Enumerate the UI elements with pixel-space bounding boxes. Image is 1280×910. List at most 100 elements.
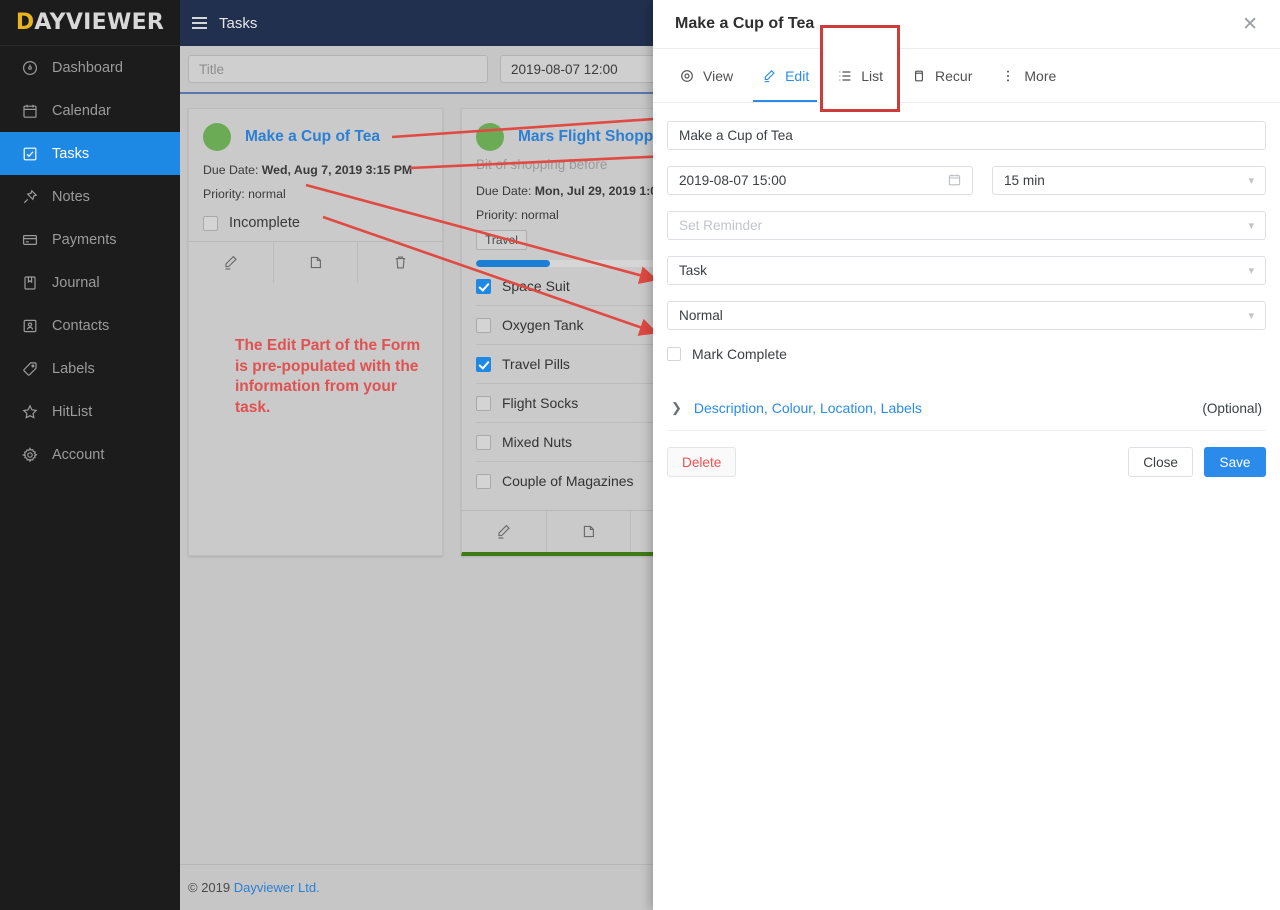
pin-icon bbox=[22, 189, 38, 205]
sidebar-item-calendar[interactable]: Calendar bbox=[0, 89, 180, 132]
task-date-value: 2019-08-07 15:00 bbox=[679, 173, 787, 188]
card-icon bbox=[22, 232, 38, 248]
tasks-icon bbox=[22, 146, 38, 162]
sidebar-item-label: Labels bbox=[52, 360, 95, 377]
sidebar-item-notes[interactable]: Notes bbox=[0, 175, 180, 218]
close-button[interactable]: Close bbox=[1128, 447, 1193, 477]
status-dot bbox=[203, 123, 231, 151]
type-value: Task bbox=[679, 263, 707, 278]
contacts-icon bbox=[22, 318, 38, 334]
edit-icon[interactable] bbox=[462, 511, 546, 552]
modal-header: Make a Cup of Tea ✕ bbox=[653, 0, 1280, 49]
checklist-checkbox[interactable] bbox=[476, 317, 491, 333]
checklist-label: Mixed Nuts bbox=[502, 434, 573, 450]
copy-icon[interactable] bbox=[545, 511, 631, 552]
task-date-input[interactable]: 2019-08-07 15:00 bbox=[667, 166, 973, 195]
app-logo: D AYVIEWER bbox=[0, 0, 180, 46]
sidebar-item-account[interactable]: Account bbox=[0, 433, 180, 476]
sidebar-item-payments[interactable]: Payments bbox=[0, 218, 180, 261]
duration-select[interactable]: 15 min ▾ bbox=[992, 166, 1266, 195]
more-dots-icon bbox=[1000, 68, 1015, 83]
sidebar-item-label: Contacts bbox=[52, 317, 110, 334]
checklist-checkbox[interactable] bbox=[476, 395, 491, 411]
type-select[interactable]: Task ▾ bbox=[667, 256, 1266, 285]
mark-complete-row[interactable]: Mark Complete bbox=[667, 346, 1266, 362]
footer-copyright: © 2019 bbox=[188, 880, 231, 895]
chevron-down-icon: ▾ bbox=[1248, 265, 1254, 277]
task-title-input[interactable]: Make a Cup of Tea bbox=[667, 121, 1266, 150]
eye-icon bbox=[679, 68, 694, 83]
calendar-icon bbox=[22, 103, 38, 119]
mark-complete-checkbox[interactable] bbox=[667, 347, 681, 361]
sidebar-item-dashboard[interactable]: Dashboard bbox=[0, 46, 180, 89]
sidebar-item-label: Payments bbox=[52, 231, 117, 248]
sidebar-item-journal[interactable]: Journal bbox=[0, 261, 180, 304]
logo-text: AYVIEWER bbox=[34, 10, 165, 35]
tab-label: Recur bbox=[935, 67, 973, 84]
checklist-checkbox[interactable] bbox=[476, 356, 491, 372]
edit-form: Make a Cup of Tea 2019-08-07 15:00 15 mi… bbox=[653, 103, 1280, 477]
modal-buttons: Delete Close Save bbox=[667, 431, 1266, 477]
task-card[interactable]: Make a Cup of Tea Due Date: Wed, Aug 7, … bbox=[188, 108, 443, 556]
checklist-checkbox[interactable] bbox=[476, 434, 491, 450]
delete-button[interactable]: Delete bbox=[667, 447, 737, 477]
sidebar-item-hitlist[interactable]: HitList bbox=[0, 390, 180, 433]
tab-view[interactable]: View bbox=[665, 49, 747, 102]
sidebar-item-contacts[interactable]: Contacts bbox=[0, 304, 180, 347]
copy-icon[interactable] bbox=[272, 242, 358, 283]
due-label: Due Date: bbox=[476, 184, 532, 198]
recur-icon bbox=[911, 68, 926, 83]
dashboard-icon bbox=[22, 60, 38, 76]
sidebar-item-label: Notes bbox=[52, 188, 90, 205]
close-icon[interactable]: ✕ bbox=[1242, 15, 1258, 34]
pencil-icon bbox=[761, 68, 776, 83]
annotation-text: The Edit Part of the Form is pre-populat… bbox=[235, 337, 421, 416]
checklist-label: Travel Pills bbox=[502, 356, 570, 372]
task-card-complete-row[interactable]: Incomplete bbox=[203, 215, 428, 231]
optional-section-link[interactable]: Description, Colour, Location, Labels bbox=[694, 400, 922, 416]
checklist-label: Oxygen Tank bbox=[502, 317, 584, 333]
checklist-checkbox[interactable] bbox=[476, 278, 491, 294]
page-title: Tasks bbox=[219, 14, 258, 32]
priority-select[interactable]: Normal ▾ bbox=[667, 301, 1266, 330]
logo-initial: D bbox=[15, 10, 35, 35]
checklist-checkbox[interactable] bbox=[476, 473, 491, 489]
optional-section-row[interactable]: ❯ Description, Colour, Location, Labels … bbox=[667, 378, 1266, 431]
title-filter-input[interactable]: Title bbox=[188, 55, 488, 83]
calendar-icon[interactable] bbox=[948, 173, 961, 189]
chevron-down-icon: ▾ bbox=[1248, 310, 1254, 322]
task-card-actions bbox=[189, 241, 442, 283]
tab-edit[interactable]: Edit bbox=[747, 49, 823, 102]
task-card-tag: Travel bbox=[476, 230, 527, 250]
reminder-select[interactable]: Set Reminder ▾ bbox=[667, 211, 1266, 240]
sidebar-item-labels[interactable]: Labels bbox=[0, 347, 180, 390]
sidebar-item-label: Tasks bbox=[52, 145, 90, 162]
tab-label: View bbox=[703, 67, 734, 84]
delete-icon[interactable] bbox=[357, 242, 442, 283]
modal-tabs: View Edit List Recur More bbox=[653, 25, 1280, 112]
hamburger-icon[interactable] bbox=[192, 17, 207, 29]
complete-checkbox[interactable] bbox=[203, 215, 218, 231]
tab-recur[interactable]: Recur bbox=[897, 49, 986, 102]
sidebar-item-label: Account bbox=[52, 446, 105, 463]
task-card-title[interactable]: Make a Cup of Tea bbox=[245, 128, 380, 146]
chevron-down-icon: ▾ bbox=[1248, 220, 1254, 232]
list-icon bbox=[837, 68, 852, 83]
label-icon bbox=[22, 361, 38, 377]
checklist-label: Couple of Magazines bbox=[502, 473, 634, 489]
task-card-due: Due Date: Wed, Aug 7, 2019 3:15 PM bbox=[203, 163, 428, 177]
edit-icon[interactable] bbox=[189, 242, 273, 283]
tab-more[interactable]: More bbox=[986, 49, 1070, 102]
sidebar-item-tasks[interactable]: Tasks bbox=[0, 132, 180, 175]
tab-label: More bbox=[1024, 67, 1057, 84]
task-card-priority: Priority: normal bbox=[203, 187, 286, 201]
sidebar-item-label: HitList bbox=[52, 403, 93, 420]
modal-title: Make a Cup of Tea bbox=[675, 15, 815, 32]
sidebar-item-label: Calendar bbox=[52, 102, 111, 119]
save-button[interactable]: Save bbox=[1204, 447, 1266, 477]
app-root: D AYVIEWER Dashboard Calendar Tasks Notes… bbox=[0, 0, 1280, 910]
reminder-placeholder: Set Reminder bbox=[679, 218, 763, 233]
duration-value: 15 min bbox=[1004, 173, 1045, 188]
tab-list[interactable]: List bbox=[820, 25, 901, 112]
footer-link[interactable]: Dayviewer Ltd. bbox=[234, 880, 320, 895]
